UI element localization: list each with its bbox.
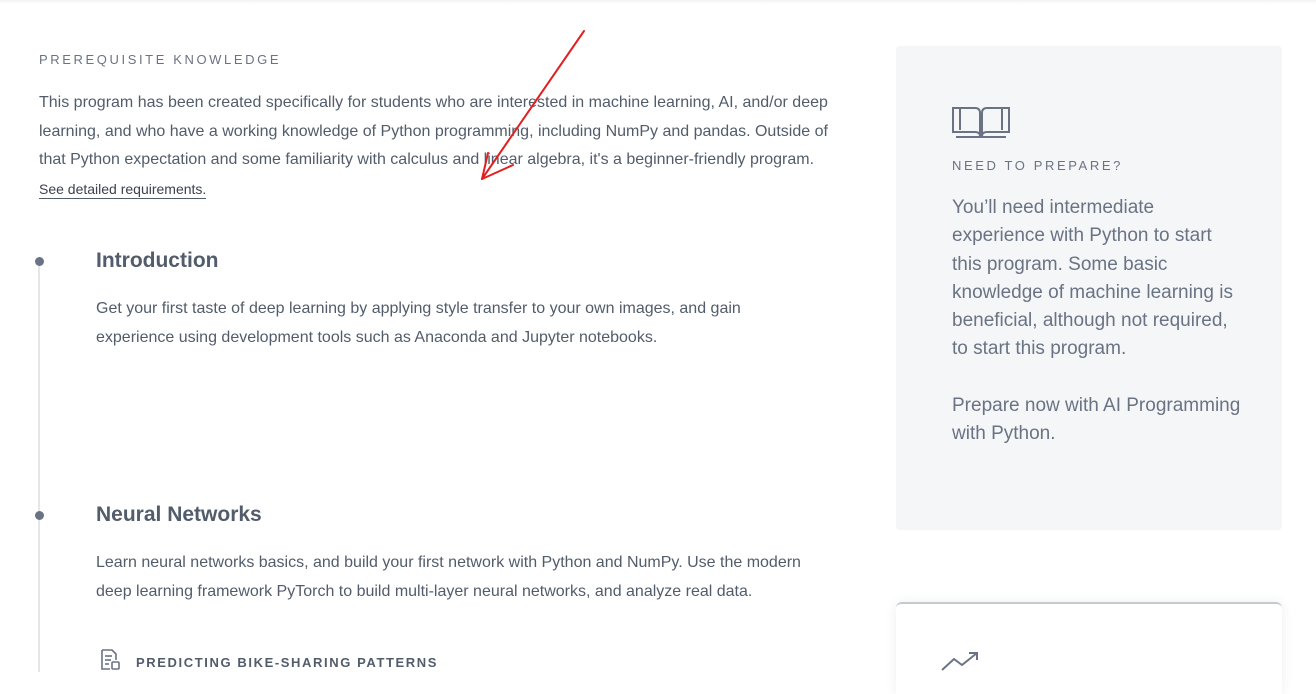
- open-book-icon: [951, 104, 1011, 145]
- prerequisite-heading: PREREQUISITE KNOWLEDGE: [39, 52, 282, 67]
- detailed-requirements-link[interactable]: See detailed requirements.: [39, 180, 207, 199]
- project-label: PREDICTING BIKE-SHARING PATTERNS: [136, 655, 439, 670]
- project-item[interactable]: PREDICTING BIKE-SHARING PATTERNS: [98, 648, 438, 677]
- top-divider: [0, 0, 1316, 4]
- timeline-line: [38, 262, 40, 672]
- prepare-heading: NEED TO PREPARE?: [952, 158, 1123, 173]
- secondary-card: [896, 602, 1282, 694]
- prepare-body: You’ll need intermediate experience with…: [952, 194, 1242, 448]
- timeline-dot: [35, 511, 44, 520]
- project-document-icon: [98, 648, 122, 677]
- prepare-card: NEED TO PREPARE? You’ll need intermediat…: [896, 46, 1282, 530]
- timeline-dot: [35, 257, 44, 266]
- lesson-title-introduction: Introduction: [96, 249, 219, 272]
- lesson-description-introduction: Get your first taste of deep learning by…: [96, 300, 741, 346]
- trending-up-icon: [940, 650, 980, 679]
- lesson-description-neural-networks: Learn neural networks basics, and build …: [96, 554, 801, 600]
- lesson-title-neural-networks: Neural Networks: [96, 503, 262, 526]
- prepare-paragraph: You’ll need intermediate experience with…: [952, 197, 1233, 360]
- prepare-cta-text[interactable]: Prepare now with AI Programming with Pyt…: [952, 392, 1242, 449]
- prerequisite-body: This program has been created specifical…: [39, 94, 828, 168]
- prerequisite-description: This program has been created specifical…: [39, 89, 829, 204]
